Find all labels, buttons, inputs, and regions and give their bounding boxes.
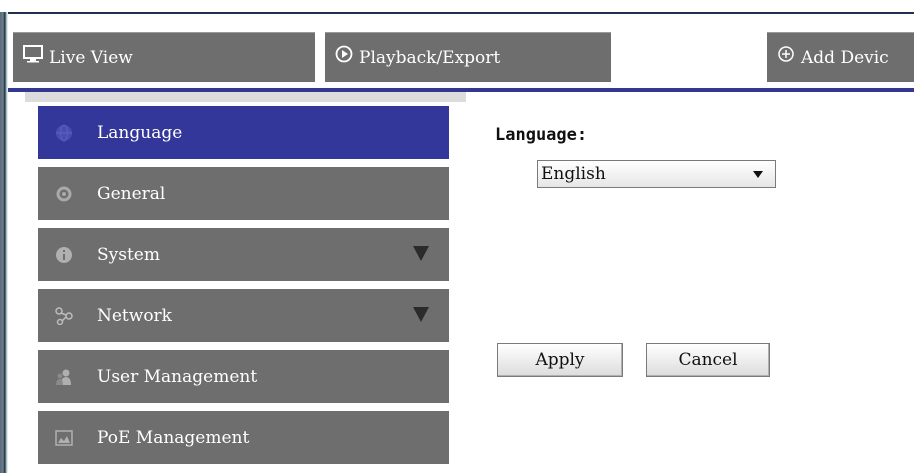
- gear-icon: [55, 185, 73, 203]
- info-icon: [55, 246, 73, 264]
- sidebar-item-network[interactable]: Network: [38, 289, 449, 342]
- sidebar-item-general[interactable]: General: [38, 167, 449, 220]
- sidebar-item-label: Network: [97, 305, 172, 326]
- tab-playback-export-label: Playback/Export: [359, 47, 501, 68]
- play-circle-icon: [335, 33, 353, 83]
- sidebar-item-label: System: [97, 244, 160, 265]
- sidebar-item-user-management[interactable]: User Management: [38, 350, 449, 403]
- language-select-value: English: [541, 164, 606, 184]
- plus-circle-icon: [777, 33, 795, 83]
- tab-add-device-label: Add Devic: [801, 47, 889, 68]
- poe-icon: [55, 429, 73, 447]
- monitor-icon: [23, 33, 43, 83]
- tab-add-device[interactable]: Add Devic: [767, 32, 914, 82]
- users-icon: [55, 368, 73, 386]
- cancel-button[interactable]: Cancel: [646, 343, 770, 377]
- network-icon: [55, 306, 73, 325]
- tab-playback-export[interactable]: Playback/Export: [325, 32, 611, 82]
- sidebar-item-label: Language: [97, 122, 183, 143]
- sidebar-item-label: PoE Management: [97, 427, 250, 448]
- sidebar-item-poe-management[interactable]: PoE Management: [38, 411, 449, 464]
- sidebar-item-label: User Management: [97, 366, 258, 387]
- sidebar-item-language[interactable]: Language: [38, 106, 449, 159]
- app-window: Live View Playback/Export Add Devic Lang…: [0, 0, 914, 473]
- globe-icon: [55, 124, 73, 142]
- sidebar-item-system[interactable]: System: [38, 228, 449, 281]
- language-label: Language:: [495, 125, 588, 145]
- tab-live-view[interactable]: Live View: [13, 32, 315, 82]
- chevron-down-icon[interactable]: [413, 307, 429, 322]
- language-select[interactable]: English: [537, 160, 776, 188]
- window-edge: [0, 12, 8, 473]
- dropdown-arrow-icon: [753, 171, 763, 178]
- tab-live-view-label: Live View: [49, 47, 133, 68]
- sidebar-item-label: General: [97, 183, 166, 204]
- apply-button[interactable]: Apply: [497, 343, 623, 377]
- chevron-down-icon[interactable]: [413, 246, 429, 261]
- top-navigation-bar: Live View Playback/Export Add Devic: [8, 12, 914, 95]
